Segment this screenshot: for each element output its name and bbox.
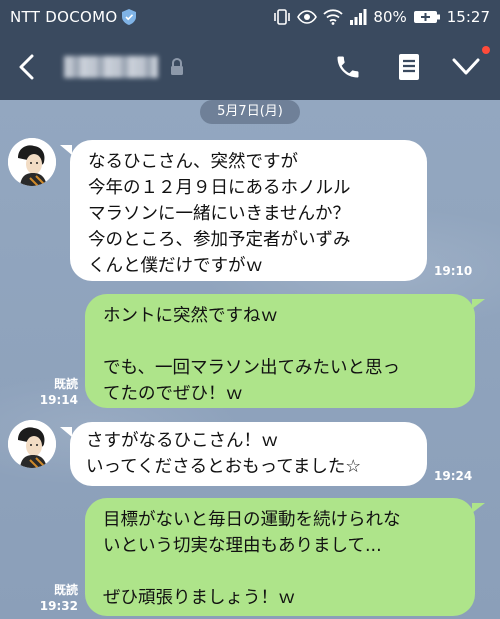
read-receipt: 既読 — [53, 377, 78, 391]
eye-icon — [297, 10, 318, 24]
read-receipt: 既読 — [53, 583, 78, 597]
avatar[interactable] — [8, 138, 56, 186]
chat-header — [0, 34, 500, 100]
bubble-tail — [472, 299, 485, 309]
battery-percent: 80% — [373, 8, 407, 26]
date-separator: 5月7日(月) — [200, 100, 300, 124]
chat-area[interactable]: 5月7日(月) なるひこさん、突然ですが 今年の１２月９日にあるホノルル マラソ… — [0, 100, 500, 619]
bubble-tail — [60, 427, 72, 437]
notification-badge — [482, 46, 490, 54]
message-bubble-incoming[interactable]: なるひこさん、突然ですが 今年の１２月９日にあるホノルル マラソンに一緒にいきま… — [70, 140, 427, 281]
message-time: 19:32 — [39, 599, 78, 613]
message-time: 19:14 — [39, 393, 78, 407]
system-icons: 80% 15:27 — [273, 8, 490, 26]
battery-icon — [413, 9, 441, 25]
clock: 15:27 — [446, 8, 490, 26]
signal-icon — [349, 9, 367, 25]
message-time: 19:10 — [434, 264, 473, 278]
contact-name-blurred — [64, 56, 158, 78]
status-bar: NTT DOCOMO 80% 15:27 — [0, 0, 500, 34]
message-bubble-outgoing[interactable]: ホントに突然ですねｗ でも、一回マラソン出てみたいと思っ てたのでぜひ！ｗ — [85, 294, 475, 408]
message-bubble-incoming[interactable]: さすがなるひこさん！ｗ いってくださるとおもってました☆ — [70, 422, 427, 486]
carrier-name: NTT DOCOMO — [10, 8, 118, 26]
vibrate-icon — [273, 9, 291, 25]
bubble-tail — [472, 503, 485, 513]
message-bubble-outgoing[interactable]: 目標がないと毎日の運動を続けられな いという切実な理由もありまして... ぜひ頑… — [85, 498, 475, 616]
bubble-tail — [60, 145, 72, 155]
avatar[interactable] — [8, 420, 56, 468]
memo-icon[interactable] — [398, 53, 420, 85]
shield-icon — [122, 9, 136, 29]
lock-icon — [170, 57, 184, 80]
message-time: 19:24 — [434, 469, 473, 483]
chevron-down-icon[interactable] — [452, 58, 480, 80]
phone-icon[interactable] — [334, 53, 362, 85]
back-icon[interactable] — [18, 54, 36, 84]
wifi-icon — [323, 9, 344, 25]
